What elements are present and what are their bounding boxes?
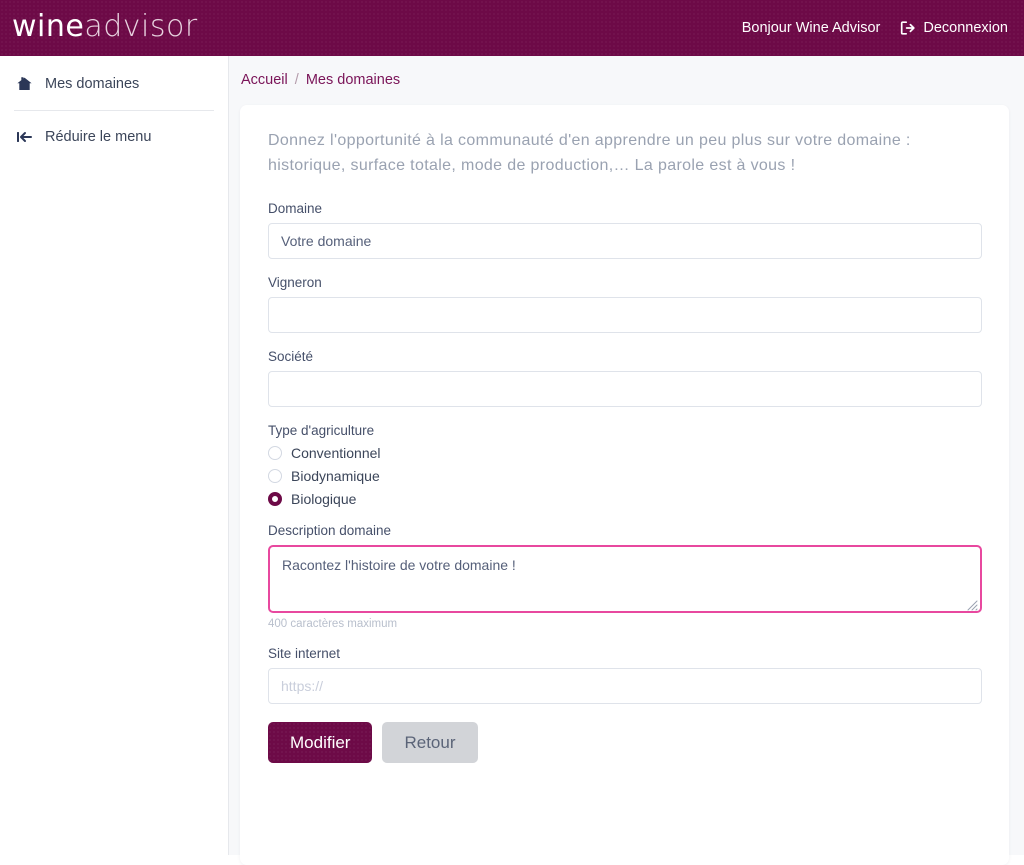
radio-option-biologique[interactable]: Biologique [268,491,981,507]
sidebar-item-mes-domaines[interactable]: Mes domaines [0,66,228,102]
field-description: Description domaine 400 caractères maxim… [268,522,982,630]
vigneron-input[interactable] [268,296,982,333]
vigneron-label: Vigneron [268,274,322,290]
radio-option-biodynamique[interactable]: Biodynamique [268,468,981,484]
sidebar-divider [14,110,214,111]
collapse-menu-icon [14,130,34,144]
main-content: Accueil / Mes domaines Donnez l'opportun… [229,56,1024,865]
sign-out-icon [900,20,916,36]
back-button[interactable]: Retour [382,721,478,763]
radio-label: Biodynamique [291,467,380,484]
radio-label: Conventionnel [291,444,381,461]
field-vigneron: Vigneron [268,274,982,333]
agriculture-radio-group: Conventionnel Biodynamique Biologique [268,445,981,507]
header-user-area: Bonjour Wine Advisor Deconnexion [742,20,1008,36]
submit-button[interactable]: Modifier [268,721,373,763]
type-agriculture-label: Type d'agriculture [268,422,375,438]
intro-paragraph: Donnez l'opportunité à la communauté d'e… [268,132,911,174]
radio-circle-icon [268,445,282,460]
description-textarea-wrapper [268,544,982,613]
logout-label: Deconnexion [923,20,1008,36]
logout-button[interactable]: Deconnexion [900,20,1008,36]
top-header-bar: wineadvisor Bonjour Wine Advisor Deconne… [0,0,1024,56]
user-greeting: Bonjour Wine Advisor [741,20,881,36]
societe-input[interactable] [268,370,982,407]
field-domaine: Domaine [268,200,982,259]
field-site-internet: Site internet [268,645,982,704]
field-societe: Société [268,348,982,407]
sidebar-item-reduire-le-menu[interactable]: Réduire le menu [0,119,228,155]
description-textarea[interactable] [268,544,982,613]
societe-label: Société [268,348,314,364]
breadcrumb-current: Mes domaines [305,72,401,88]
sidebar-item-label: Réduire le menu [45,129,152,145]
app-logo[interactable]: wineadvisor [12,8,198,45]
logo-text-primary: wine [12,8,85,44]
sidebar: Mes domaines Réduire le menu [0,56,229,855]
breadcrumb-home-link[interactable]: Accueil [241,72,288,88]
sidebar-item-label: Mes domaines [45,76,140,92]
breadcrumb: Accueil / Mes domaines [229,56,1024,88]
home-icon [14,76,34,92]
radio-label: Biologique [291,490,357,507]
field-type-agriculture: Type d'agriculture Conventionnel Biodyna… [268,423,981,507]
radio-circle-icon [268,468,282,483]
site-internet-input[interactable] [268,667,982,704]
radio-option-conventionnel[interactable]: Conventionnel [268,445,981,461]
domaine-input[interactable] [268,222,982,259]
description-helper-text: 400 caractères maximum [268,617,398,630]
breadcrumb-separator: / [294,72,299,88]
site-internet-label: Site internet [268,645,341,661]
form-actions: Modifier Retour [268,721,981,763]
radio-circle-selected-icon [268,491,282,506]
domain-form-card: Donnez l'opportunité à la communauté d'e… [240,105,1009,865]
logo-text-secondary: advisor [84,8,198,44]
domaine-label: Domaine [268,200,323,216]
description-label: Description domaine [268,522,392,538]
